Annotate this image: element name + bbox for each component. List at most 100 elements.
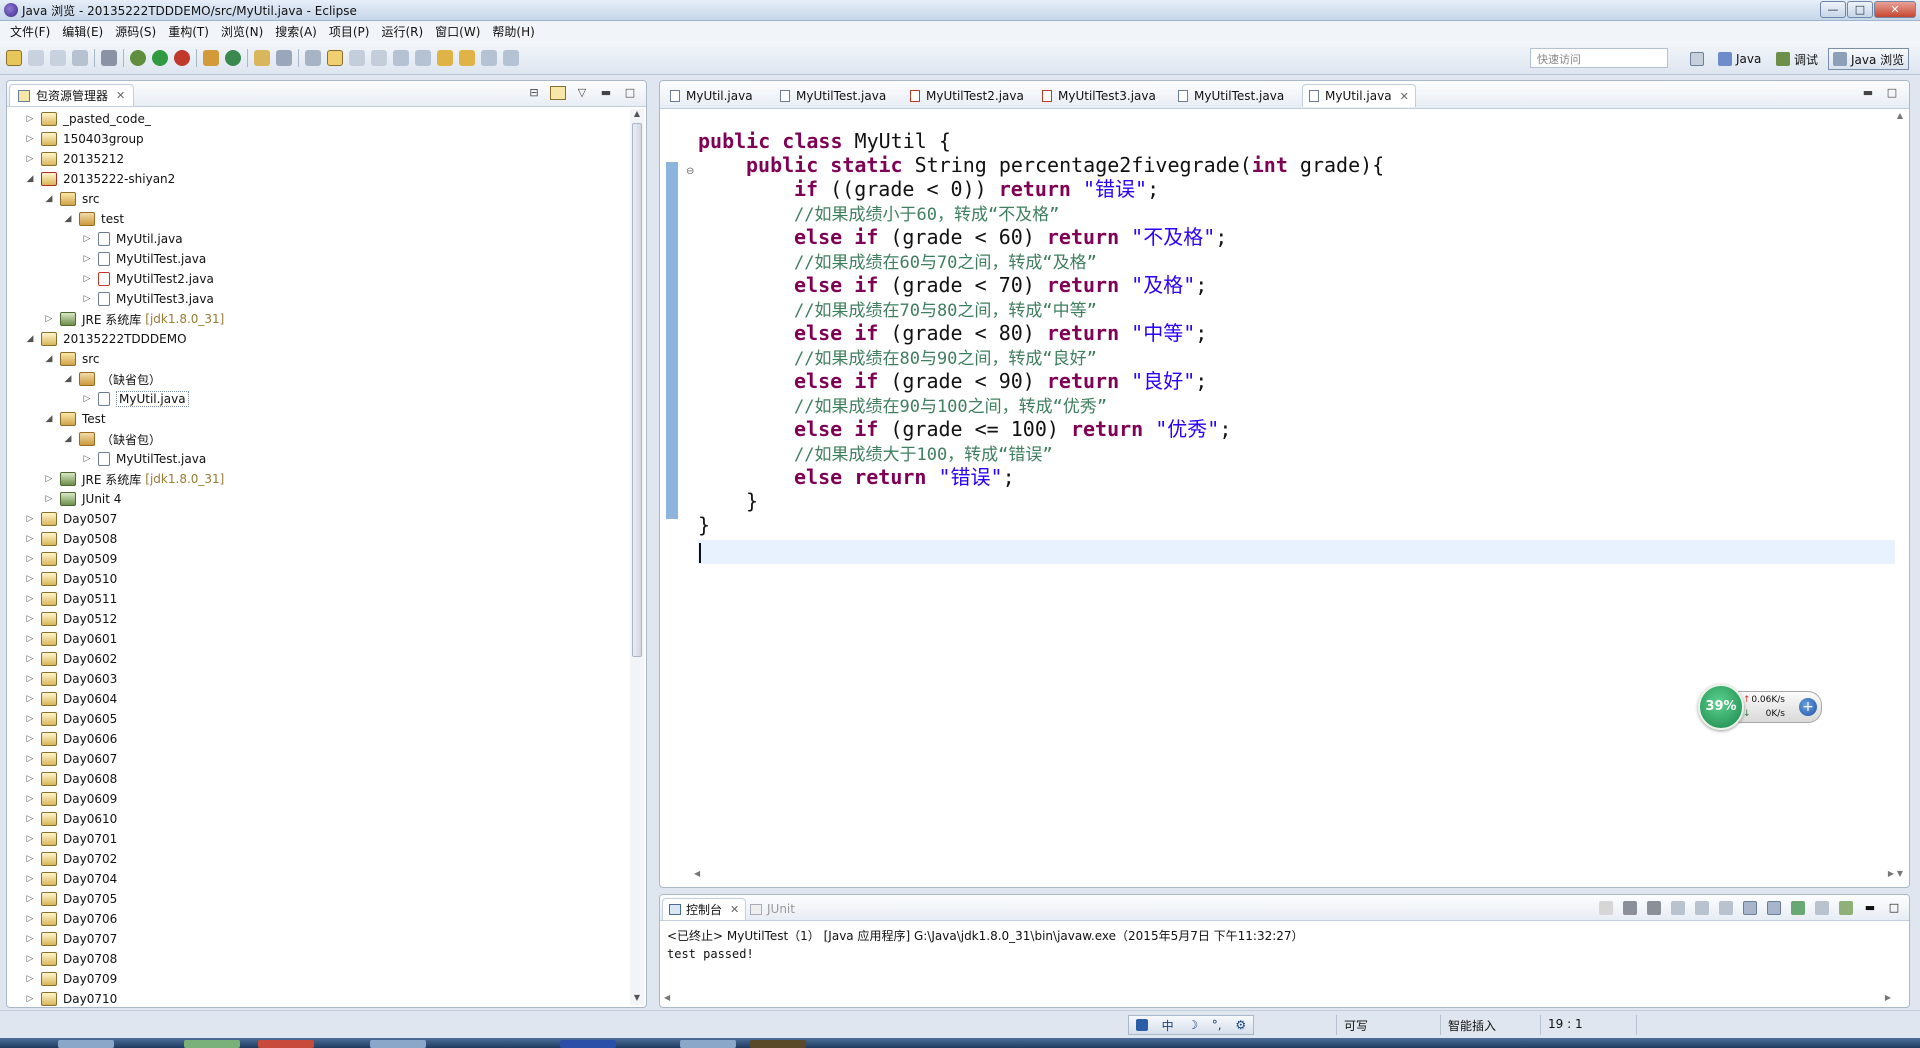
collapsed-twisty-icon[interactable]: ▷ <box>25 754 35 764</box>
tree-item[interactable]: ▷ Day0511 <box>7 589 117 609</box>
collapsed-twisty-icon[interactable]: ▷ <box>25 674 35 684</box>
fold-toggle-icon[interactable]: ⊖ <box>686 166 694 177</box>
code-editor[interactable]: public class MyUtil {public static Strin… <box>698 129 1889 537</box>
minimize-button[interactable]: — <box>1820 1 1846 18</box>
minimize-view-icon[interactable]: ▬ <box>598 86 614 100</box>
taskbar-button[interactable] <box>258 1040 314 1048</box>
perspective-java[interactable]: Java <box>1718 48 1761 70</box>
tree-item[interactable]: ▷ MyUtilTest2.java <box>7 269 214 289</box>
memory-usage-ball[interactable]: 39% <box>1698 684 1744 730</box>
tree-item[interactable]: ◢ src <box>7 349 100 369</box>
ime-toolbar[interactable]: 中 ☽ °, ⚙ <box>1128 1015 1254 1035</box>
debug-icon[interactable] <box>130 50 146 66</box>
collapsed-twisty-icon[interactable]: ▷ <box>44 494 54 504</box>
annotation-icon[interactable] <box>305 50 321 66</box>
editor-horizontal-scrollbar[interactable]: ◀ ▶ <box>694 869 1894 881</box>
collapsed-twisty-icon[interactable]: ▷ <box>25 594 35 604</box>
tree-item[interactable]: ▷ Day0709 <box>7 969 117 989</box>
collapsed-twisty-icon[interactable]: ▷ <box>82 294 92 304</box>
tree-item[interactable]: ▷ MyUtil.java <box>7 389 189 409</box>
tree-item[interactable]: ▷ JRE 系统库 [jdk1.8.0_31] <box>7 309 224 329</box>
perspective-java-browsing[interactable]: Java 浏览 <box>1828 48 1910 70</box>
tree-item[interactable]: ▷ Day0602 <box>7 649 117 669</box>
collapsed-twisty-icon[interactable]: ▷ <box>82 254 92 264</box>
collapsed-twisty-icon[interactable]: ▷ <box>82 234 92 244</box>
tree-item[interactable]: ▷ Day0707 <box>7 929 117 949</box>
menu-run[interactable]: 运行(R) <box>375 23 429 40</box>
collapsed-twisty-icon[interactable]: ▷ <box>25 834 35 844</box>
collapsed-twisty-icon[interactable]: ▷ <box>25 954 35 964</box>
collapsed-twisty-icon[interactable]: ▷ <box>25 854 35 864</box>
scroll-down-icon[interactable]: ▼ <box>1893 869 1907 878</box>
collapsed-twisty-icon[interactable]: ▷ <box>82 454 92 464</box>
view-menu-icon[interactable]: ▽ <box>574 86 590 100</box>
remove-launch-icon[interactable] <box>1623 901 1637 915</box>
tree-item[interactable]: ▷ Day0604 <box>7 689 117 709</box>
tree-item[interactable]: ◢ src <box>7 189 100 209</box>
package-explorer-tab[interactable]: 包资源管理器 ✕ <box>9 84 135 106</box>
editor-tab[interactable]: MyUtilTest2.java <box>904 84 1030 107</box>
tree-item[interactable]: ▷ Day0509 <box>7 549 117 569</box>
tree-item[interactable]: ▷ Day0708 <box>7 949 117 969</box>
tree-item[interactable]: ▷ Day0606 <box>7 729 117 749</box>
menu-project[interactable]: 项目(P) <box>323 23 376 40</box>
expanded-twisty-icon[interactable]: ◢ <box>63 434 73 444</box>
ime-checkbox-icon[interactable] <box>1135 1019 1148 1031</box>
tree-item[interactable]: ▷ MyUtil.java <box>7 229 183 249</box>
collapsed-twisty-icon[interactable]: ▷ <box>82 394 92 404</box>
new-package-icon[interactable] <box>203 50 219 66</box>
menu-search[interactable]: 搜索(A) <box>269 23 323 40</box>
maximize-button[interactable]: □ <box>1847 1 1873 18</box>
tree-item[interactable]: ▷ Day0607 <box>7 749 117 769</box>
tree-item[interactable]: ▷ Day0512 <box>7 609 117 629</box>
tree-item[interactable]: ▷ Day0610 <box>7 809 117 829</box>
taskbar-button[interactable] <box>560 1040 616 1048</box>
scroll-right-icon[interactable]: ▶ <box>1885 993 1891 1002</box>
taskbar-button[interactable] <box>184 1040 240 1048</box>
terminate-icon[interactable] <box>1599 901 1613 915</box>
maximize-view-icon[interactable]: □ <box>622 86 638 100</box>
scroll-right-icon[interactable]: ▶ <box>1888 869 1894 878</box>
tree-item[interactable]: ▷ Day0608 <box>7 769 117 789</box>
tree-item[interactable]: ◢ Test <box>7 409 106 429</box>
close-icon[interactable]: ✕ <box>116 89 125 102</box>
coverage-icon[interactable] <box>174 50 190 66</box>
collapsed-twisty-icon[interactable]: ▷ <box>25 554 35 564</box>
collapsed-twisty-icon[interactable]: ▷ <box>25 974 35 984</box>
collapse-all-icon[interactable]: ⊟ <box>526 86 542 100</box>
collapsed-twisty-icon[interactable]: ▷ <box>25 874 35 884</box>
print-icon[interactable] <box>72 50 88 66</box>
collapsed-twisty-icon[interactable]: ▷ <box>82 274 92 284</box>
collapsed-twisty-icon[interactable]: ▷ <box>44 314 54 324</box>
collapsed-twisty-icon[interactable]: ▷ <box>25 814 35 824</box>
tree-item[interactable]: ▷ Day0704 <box>7 869 117 889</box>
maximize-view-icon[interactable]: □ <box>1887 901 1901 915</box>
expanded-twisty-icon[interactable]: ◢ <box>44 194 54 204</box>
console-output[interactable]: test passed! <box>667 947 754 961</box>
editor-tab[interactable]: MyUtil.java <box>664 84 759 107</box>
tree-item[interactable]: ▷ JRE 系统库 [jdk1.8.0_31] <box>7 469 224 489</box>
tree-item[interactable]: ▷ Day0710 <box>7 989 117 1007</box>
collapsed-twisty-icon[interactable]: ▷ <box>25 914 35 924</box>
link-with-editor-icon[interactable] <box>550 86 566 100</box>
editor-tab[interactable]: MyUtilTest.java <box>1172 84 1290 107</box>
scrollbar-thumb[interactable] <box>632 123 642 657</box>
collapsed-twisty-icon[interactable]: ▷ <box>25 994 35 1004</box>
network-speed-widget[interactable]: ↑ 0.06K/s ↓ 0K/s + 39% <box>1698 684 1824 730</box>
tree-item[interactable]: ▷ Day0609 <box>7 789 117 809</box>
collapsed-twisty-icon[interactable]: ▷ <box>25 894 35 904</box>
tree-item[interactable]: ▷ JUnit 4 <box>7 489 121 509</box>
close-button[interactable]: ✕ <box>1874 1 1916 18</box>
junit-tab[interactable]: JUnit <box>744 898 801 920</box>
collapsed-twisty-icon[interactable]: ▷ <box>25 614 35 624</box>
clear-console-icon[interactable] <box>1671 901 1685 915</box>
remove-all-terminated-icon[interactable] <box>1647 901 1661 915</box>
menu-source[interactable]: 源码(S) <box>109 23 162 40</box>
ime-punctuation-icon[interactable]: °, <box>1212 1018 1222 1032</box>
collapsed-twisty-icon[interactable]: ▷ <box>44 474 54 484</box>
minimize-view-icon[interactable]: ▬ <box>1863 901 1877 915</box>
back-arrow-icon[interactable] <box>459 50 475 66</box>
tree-item[interactable]: ▷ Day0702 <box>7 849 117 869</box>
display-console-icon[interactable] <box>1815 901 1829 915</box>
ime-halfwidth-icon[interactable]: ☽ <box>1187 1018 1198 1032</box>
